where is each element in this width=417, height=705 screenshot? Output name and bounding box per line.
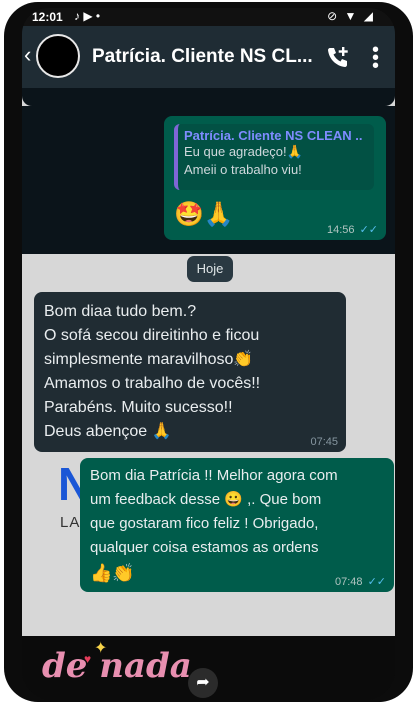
quoted-author: Patrícia. Cliente NS CLEAN .. (184, 128, 363, 143)
quoted-message[interactable]: Patrícia. Cliente NS CLEAN .. Eu que agr… (174, 124, 374, 190)
avatar[interactable] (36, 34, 80, 78)
contact-name[interactable]: Patrícia. Cliente NS CL... (92, 46, 313, 68)
message-line: Deus abençoe 🙏 (44, 423, 172, 440)
heart-icon: ♥ (84, 652, 92, 666)
status-time: 12:01 (32, 10, 63, 24)
time-text: 14:56 (326, 224, 355, 236)
quoted-line: Eu que agradeço!🙏 (184, 144, 303, 159)
sparkle-icon: ✦ (94, 640, 108, 657)
message-line: Parabéns. Muito sucesso!! (44, 399, 233, 416)
read-ticks-icon: ✓✓ (367, 576, 386, 588)
message-line: Amamos o trabalho de vocês!! (44, 375, 261, 392)
status-right-icons: ⊘ ▼ ◢ (327, 9, 375, 23)
screen: 12:01 ♪ ▶ • ⊘ ▼ ◢ ‹ Patrícia. Cliente NS… (22, 8, 395, 700)
back-arrow-icon[interactable]: ‹ (24, 42, 31, 68)
reply-emojis: 🤩🙏 (174, 201, 234, 228)
message-line: que gostaram fico feliz ! Obrigado, (90, 515, 319, 532)
status-bar: 12:01 ♪ ▶ • ⊘ ▼ ◢ (22, 8, 395, 26)
message-time: 07:48 ✓✓ (335, 575, 386, 588)
read-ticks-icon: ✓✓ (359, 224, 378, 236)
incoming-message-bubble[interactable]: Bom diaa tudo bem.? O sofá secou direiti… (34, 292, 346, 452)
chat-header: ‹ Patrícia. Cliente NS CL... • • • (22, 26, 395, 88)
previous-message-strip (22, 88, 395, 106)
outgoing-message-bubble[interactable]: Bom dia Patrícia !! Melhor agora com um … (80, 458, 394, 592)
message-line: simplesmente maravilhoso👏 (44, 351, 254, 368)
more-vertical-icon[interactable]: • • • (372, 40, 379, 76)
message-line: qualquer coisa estamos as ordens (90, 539, 319, 556)
message-time: 14:56 ✓✓ (327, 223, 378, 236)
share-arrow-icon[interactable]: ➦ (188, 668, 218, 698)
message-line: O sofá secou direitinho e ficou (44, 327, 260, 344)
status-left-icons: ♪ ▶ • (74, 9, 101, 23)
message-line: Bom dia Patrícia !! Melhor agora com (90, 467, 338, 484)
message-line: Bom diaa tudo bem.? (44, 303, 197, 320)
quoted-line: Ameii o trabalho viu! (184, 162, 302, 177)
background-logo-text: LA (60, 514, 81, 531)
reply-message-bubble[interactable]: Patrícia. Cliente NS CLEAN .. Eu que agr… (164, 116, 386, 240)
add-call-icon[interactable] (325, 44, 351, 70)
message-time: 07:45 (310, 436, 338, 448)
time-text: 07:48 (334, 576, 363, 588)
message-line: um feedback desse 😀 ,. Que bom (90, 491, 322, 508)
phone-frame: 12:01 ♪ ▶ • ⊘ ▼ ◢ ‹ Patrícia. Cliente NS… (4, 2, 413, 702)
day-separator: Hoje (187, 256, 233, 282)
sticker-text: de nada (42, 646, 192, 686)
